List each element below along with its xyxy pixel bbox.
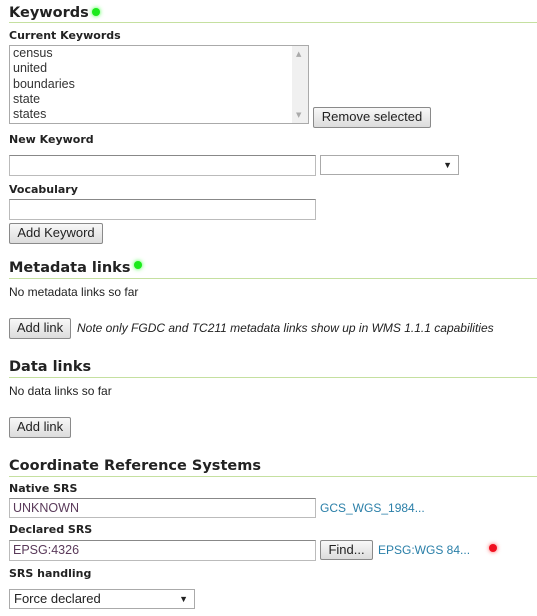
scroll-up-icon[interactable]: ▲ bbox=[296, 50, 301, 58]
current-keywords-label: Current Keywords bbox=[9, 29, 121, 42]
divider bbox=[9, 377, 537, 378]
data-links-empty-text: No data links so far bbox=[9, 384, 112, 398]
srs-handling-label: SRS handling bbox=[9, 567, 92, 580]
srs-handling-value: Force declared bbox=[14, 591, 101, 606]
remove-selected-button[interactable]: Remove selected bbox=[313, 107, 431, 128]
declared-srs-link[interactable]: EPSG:WGS 84... bbox=[378, 543, 470, 557]
declared-srs-label: Declared SRS bbox=[9, 523, 93, 536]
list-item[interactable]: states bbox=[10, 107, 308, 122]
vocabulary-input[interactable] bbox=[9, 199, 316, 220]
metadata-links-heading: Metadata links bbox=[9, 260, 131, 276]
chevron-down-icon: ▼ bbox=[179, 594, 188, 604]
list-item[interactable]: boundaries bbox=[10, 77, 308, 92]
list-item[interactable]: census bbox=[10, 46, 308, 61]
metadata-status-indicator bbox=[134, 261, 142, 269]
vocabulary-select[interactable]: ▼ bbox=[320, 155, 459, 175]
divider bbox=[9, 278, 537, 279]
divider bbox=[9, 476, 537, 477]
keywords-heading: Keywords bbox=[9, 5, 89, 21]
native-srs-input[interactable]: UNKNOWN bbox=[9, 498, 316, 518]
srs-status-indicator bbox=[489, 544, 497, 552]
keywords-status-indicator bbox=[92, 8, 100, 16]
add-data-link-button[interactable]: Add link bbox=[9, 417, 71, 438]
list-item[interactable]: united bbox=[10, 61, 308, 76]
metadata-links-note: Note only FGDC and TC211 metadata links … bbox=[77, 321, 494, 335]
scroll-down-icon[interactable]: ▼ bbox=[296, 111, 301, 119]
chevron-down-icon: ▼ bbox=[443, 160, 452, 170]
vocabulary-label: Vocabulary bbox=[9, 183, 78, 196]
crs-heading: Coordinate Reference Systems bbox=[9, 458, 261, 474]
divider bbox=[9, 22, 537, 23]
declared-srs-input[interactable]: EPSG:4326 bbox=[9, 540, 316, 561]
scrollbar[interactable]: ▲ ▼ bbox=[292, 46, 308, 123]
metadata-links-empty-text: No metadata links so far bbox=[9, 285, 139, 299]
add-metadata-link-button[interactable]: Add link bbox=[9, 318, 71, 339]
list-item[interactable]: state bbox=[10, 92, 308, 107]
new-keyword-label: New Keyword bbox=[9, 133, 94, 146]
native-srs-label: Native SRS bbox=[9, 482, 78, 495]
srs-handling-select[interactable]: Force declared ▼ bbox=[9, 589, 195, 609]
native-srs-link[interactable]: GCS_WGS_1984... bbox=[320, 501, 425, 515]
new-keyword-input[interactable] bbox=[9, 155, 316, 176]
current-keywords-listbox[interactable]: census united boundaries state states ▲ ▼ bbox=[9, 45, 309, 124]
data-links-heading: Data links bbox=[9, 359, 92, 375]
add-keyword-button[interactable]: Add Keyword bbox=[9, 223, 103, 244]
find-srs-button[interactable]: Find... bbox=[320, 540, 373, 560]
